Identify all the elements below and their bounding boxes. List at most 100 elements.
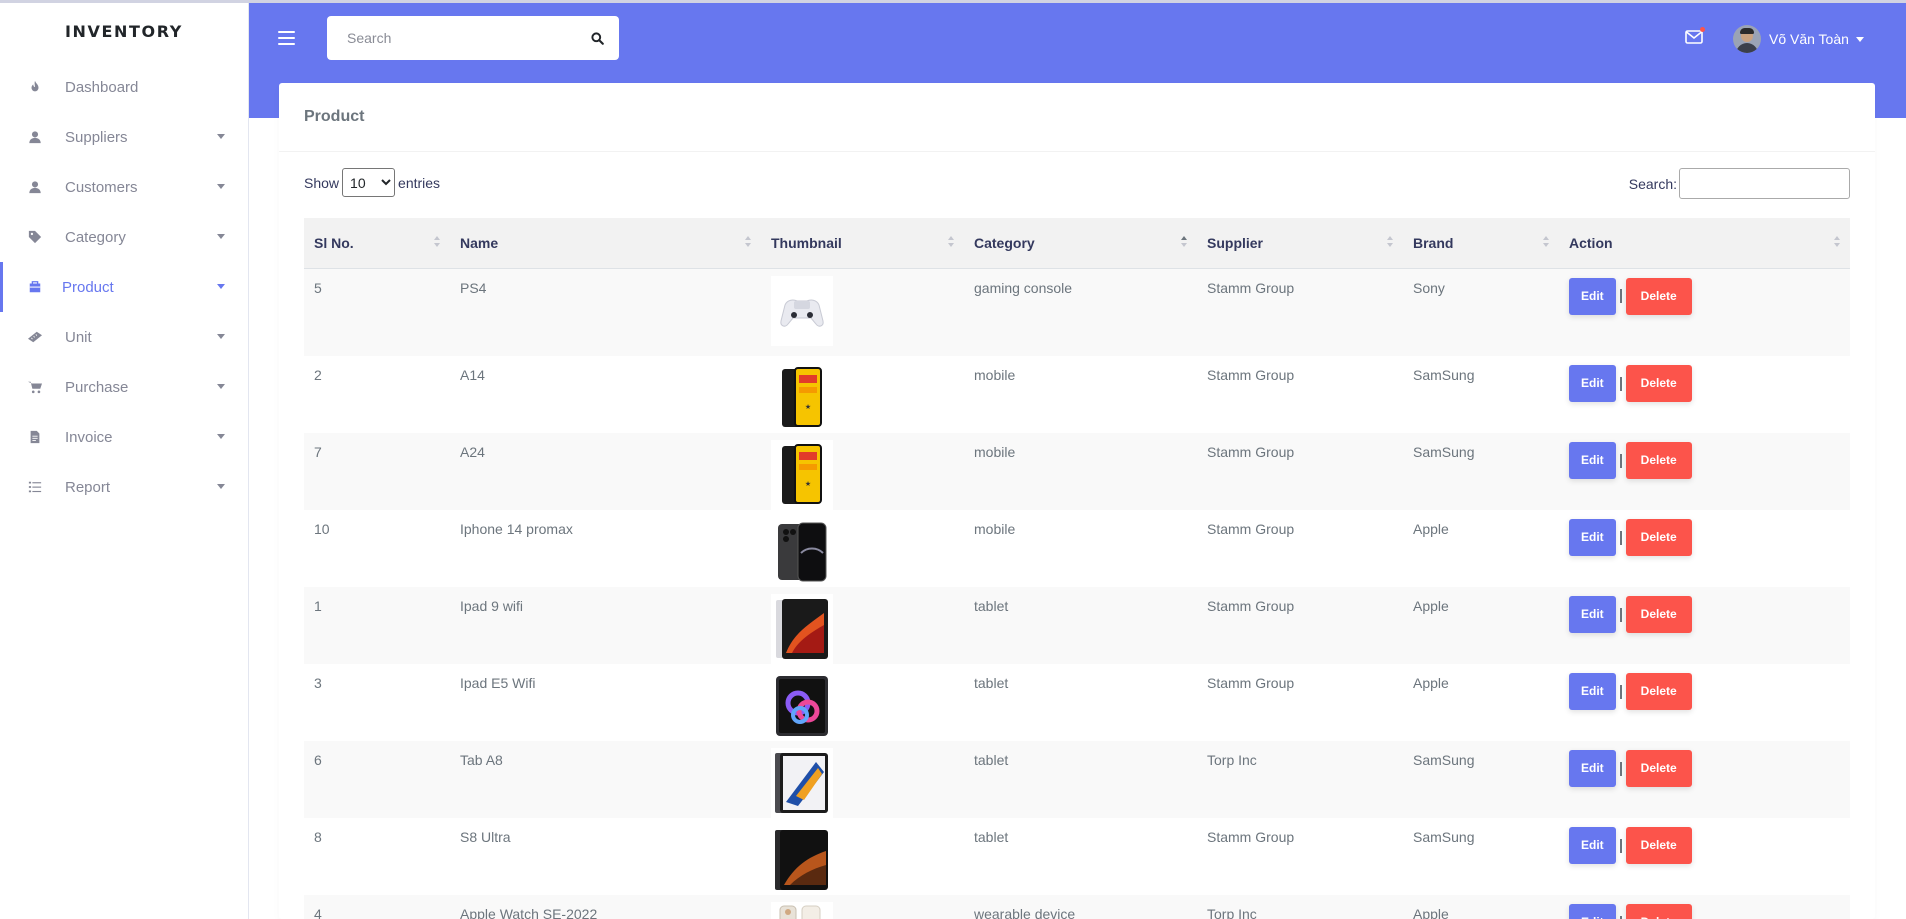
sidebar-item-dashboard[interactable]: Dashboard [0,62,248,112]
sidebar-item-customers[interactable]: Customers [0,162,248,212]
cell-category: tablet [974,598,1009,614]
action-separator [1619,761,1622,776]
cell-sl: 7 [314,444,322,460]
column-header-brand[interactable]: Brand [1403,218,1559,269]
cell-thumbnail [761,268,964,356]
column-header-thumbnail[interactable]: Thumbnail [761,218,964,269]
edit-button[interactable]: Edit [1569,904,1616,919]
action-separator [1619,453,1622,468]
cell-sl: 10 [314,521,330,537]
cell-supplier: Stamm Group [1207,279,1295,296]
sidebar-nav: Dashboard Suppliers Customers Category P… [0,62,248,512]
delete-button[interactable]: Delete [1625,750,1692,787]
sidebar-item-category[interactable]: Category [0,212,248,262]
sidebar-item-label: Product [62,278,114,296]
page-title: Product [304,108,365,125]
cell-action: Edit Delete [1559,587,1850,664]
cell-brand: Apple [1413,675,1449,691]
cell-supplier: Stamm Group [1207,598,1295,614]
cell-name: Tab A8 [460,752,503,768]
sidebar-item-unit[interactable]: Unit [0,312,248,362]
chevron-down-icon [217,434,225,439]
delete-button[interactable]: Delete [1625,277,1692,315]
table-row: 8 S8 Ultra tablet Stamm Group SamSung Ed… [304,818,1850,895]
cell-category: mobile [974,444,1016,460]
delete-button[interactable]: Delete [1625,827,1692,864]
svg-text:★: ★ [805,480,811,488]
action-separator [1619,607,1622,622]
column-header-action[interactable]: Action [1559,218,1850,269]
cell-category: tablet [974,675,1009,691]
edit-button[interactable]: Edit [1569,365,1616,402]
column-header-category[interactable]: Category [964,218,1197,269]
cell-sl: 5 [314,279,322,296]
chevron-down-icon [217,184,225,189]
cell-brand: SamSung [1413,829,1475,845]
table-body: 5 PS4 gaming console Stamm Group Sony Ed… [304,268,1850,919]
brand-logo[interactable]: INVENTORY [0,3,248,59]
delete-button[interactable]: Delete [1625,596,1692,633]
product-thumbnail [771,594,833,664]
table-row: 4 Apple Watch SE-2022 wearable device To… [304,895,1850,919]
page-length-control: Show 10 entries [304,168,440,197]
page-length-select[interactable]: 10 [342,168,396,197]
chevron-down-icon [217,134,225,139]
cell-thumbnail [761,587,964,664]
edit-button[interactable]: Edit [1569,277,1616,315]
sidebar-item-invoice[interactable]: Invoice [0,412,248,462]
cell-brand: SamSung [1413,367,1475,383]
cell-action: Edit Delete [1559,268,1850,356]
user-menu[interactable]: Võ Văn Toàn [1733,25,1864,53]
delete-button[interactable]: Delete [1625,519,1692,556]
edit-button[interactable]: Edit [1569,750,1616,787]
product-thumbnail [771,748,833,818]
cell-brand: Apple [1413,598,1449,614]
fire-icon [27,79,43,95]
entries-label: entries [398,174,441,191]
cell-category: tablet [974,829,1009,845]
edit-button[interactable]: Edit [1569,442,1616,479]
menu-toggle-icon[interactable] [278,31,295,45]
edit-button[interactable]: Edit [1569,673,1616,710]
user-name: Võ Văn Toàn [1769,31,1849,47]
cell-supplier: Stamm Group [1207,675,1295,691]
delete-button[interactable]: Delete [1625,673,1692,710]
delete-button[interactable]: Delete [1625,365,1692,402]
cell-brand: SamSung [1413,444,1475,460]
sidebar-item-report[interactable]: Report [0,462,248,512]
sidebar-item-product[interactable]: Product [0,262,248,312]
list-icon [27,479,43,495]
cell-name: A14 [460,367,485,383]
cell-brand: Apple [1413,906,1449,919]
product-thumbnail [771,902,833,919]
sidebar-item-suppliers[interactable]: Suppliers [0,112,248,162]
global-search [327,16,619,60]
cell-name: Ipad E5 Wifi [460,675,536,691]
sidebar-item-purchase[interactable]: Purchase [0,362,248,412]
cell-thumbnail: ★ [761,433,964,510]
sidebar-item-label: Report [65,478,111,496]
table-search-input[interactable] [1679,168,1850,199]
cell-sl: 1 [314,598,322,614]
chevron-down-icon [217,484,225,489]
edit-button[interactable]: Edit [1569,596,1616,633]
delete-button[interactable]: Delete [1625,904,1692,919]
action-separator [1619,530,1622,545]
delete-button[interactable]: Delete [1625,442,1692,479]
table-controls: Show 10 entries Search: [279,152,1875,218]
search-icon[interactable] [575,16,619,60]
column-header-supplier[interactable]: Supplier [1197,218,1403,269]
column-header-sl[interactable]: Sl No. [304,218,450,269]
cell-action: Edit Delete [1559,510,1850,587]
user-icon [27,179,43,195]
product-thumbnail [771,825,833,895]
product-thumbnail [771,517,833,587]
action-separator [1619,289,1622,303]
column-header-name[interactable]: Name [450,218,761,269]
cell-thumbnail [761,818,964,895]
edit-button[interactable]: Edit [1569,519,1616,556]
mail-icon[interactable] [1682,25,1706,49]
cell-thumbnail [761,510,964,587]
edit-button[interactable]: Edit [1569,827,1616,864]
search-input[interactable] [327,16,575,60]
